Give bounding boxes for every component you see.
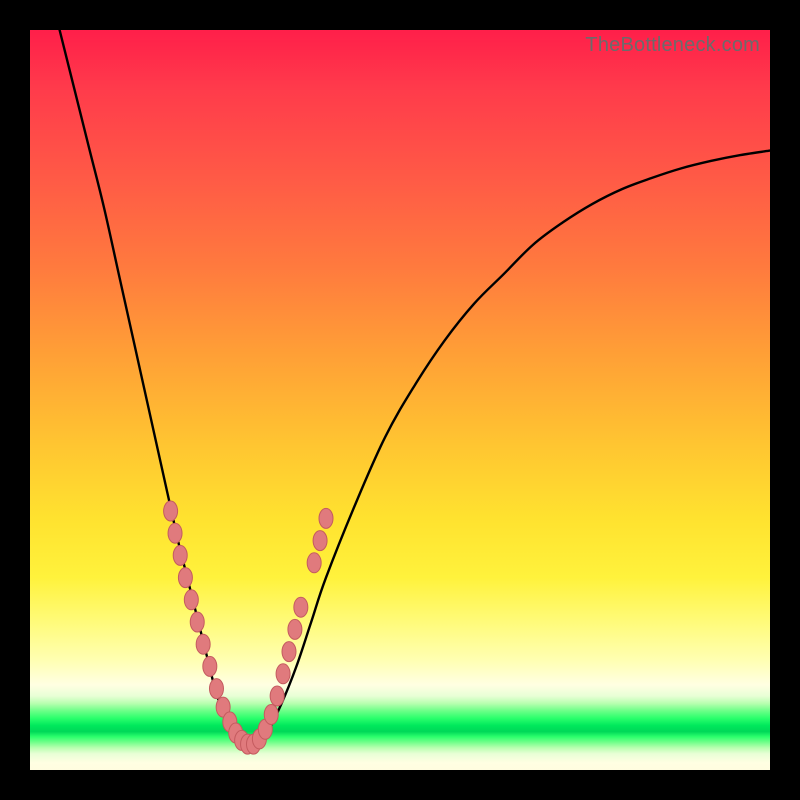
curve-marker <box>276 664 290 684</box>
curve-marker <box>168 523 182 543</box>
curve-marker <box>196 634 210 654</box>
curve-marker <box>203 656 217 676</box>
curve-marker <box>319 508 333 528</box>
chart-frame: TheBottleneck.com <box>0 0 800 800</box>
curve-marker <box>294 597 308 617</box>
curve-marker <box>164 501 178 521</box>
curve-marker <box>288 619 302 639</box>
curve-marker <box>190 612 204 632</box>
chart-svg <box>30 30 770 770</box>
curve-markers <box>164 501 333 754</box>
curve-marker <box>173 545 187 565</box>
curve-marker <box>209 679 223 699</box>
curve-marker <box>282 642 296 662</box>
curve-marker <box>313 531 327 551</box>
bottleneck-curve <box>60 30 770 749</box>
curve-marker <box>184 590 198 610</box>
plot-area: TheBottleneck.com <box>30 30 770 770</box>
curve-marker <box>264 705 278 725</box>
curve-marker <box>307 553 321 573</box>
curve-marker <box>270 686 284 706</box>
curve-marker <box>178 568 192 588</box>
